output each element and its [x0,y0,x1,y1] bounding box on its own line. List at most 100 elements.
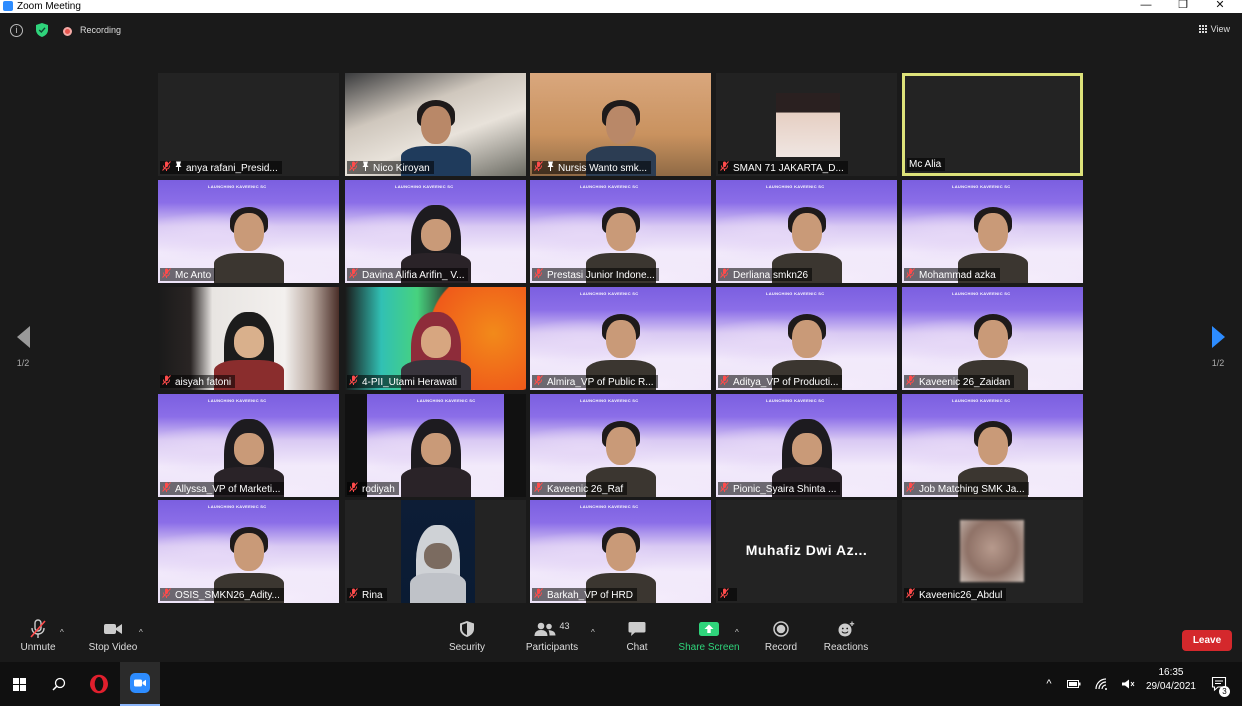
participant-nameplate: 4-PII_Utami Herawati [347,375,462,388]
participant-tile[interactable]: Muhafiz Dwi Az... [716,500,897,603]
unmute-button[interactable]: Unmute [18,618,58,653]
speaker-muted-icon[interactable] [1118,662,1138,706]
pin-icon [547,161,555,175]
participant-name: Almira_VP of Public R... [547,377,654,388]
participant-nameplate: Almira_VP of Public R... [532,375,658,388]
security-button[interactable]: Security [446,618,488,653]
encryption-shield-icon[interactable] [36,23,48,37]
previous-page-button[interactable]: 1/2 [8,326,38,368]
system-clock[interactable]: 16:35 29/04/2021 [1146,666,1196,694]
participant-name: Mc Anto [175,270,212,281]
participant-tile[interactable]: LAUNCHING KAVEENIC SC Mohammad azka [902,180,1083,283]
record-button[interactable]: Record [764,618,798,653]
participants-options-caret-icon[interactable]: ^ [591,628,595,637]
participants-count: 43 [559,621,570,631]
participant-tile[interactable]: Kaveenic26_Abdul [902,500,1083,603]
participant-name: 4-PII_Utami Herawati [362,377,458,388]
profile-photo [960,520,1024,582]
info-icon[interactable]: i [10,24,23,37]
windows-logo-icon [12,677,26,691]
battery-icon[interactable] [1064,662,1084,706]
participant-nameplate: Kaveenic 26_Raf [532,482,628,496]
banner-title: LAUNCHING KAVEENIC SC [417,398,476,403]
participant-tile[interactable]: anya rafani_Presid... [158,73,339,176]
taskbar-opera-button[interactable] [82,662,116,706]
participant-tile[interactable]: 4-PII_Utami Herawati [345,287,526,390]
mic-muted-icon [534,482,544,496]
banner-title: LAUNCHING KAVEENIC SC [580,504,639,509]
share-screen-button[interactable]: Share Screen [678,618,740,653]
meeting-topbar: i Recording View [0,13,1242,49]
next-page-button[interactable]: 1/2 [1203,326,1233,368]
participant-name: Mohammad azka [919,270,996,281]
participant-nameplate: Prestasi Junior Indone... [532,268,659,281]
action-center-button[interactable]: 3 [1206,662,1232,706]
participant-tile[interactable]: LAUNCHING KAVEENIC SC Davina Alifia Arifi… [345,180,526,283]
view-button[interactable]: View [1198,24,1230,34]
participant-tile[interactable]: LAUNCHING KAVEENIC SC Prestasi Junior Ind… [530,180,711,283]
participant-tile[interactable]: LAUNCHING KAVEENIC SC Derliana smkn26 [716,180,897,283]
stop-video-button[interactable]: Stop Video [86,618,140,653]
participant-name: Derliana smkn26 [733,270,809,281]
participant-tile[interactable]: LAUNCHING KAVEENIC SC Mc Anto [158,180,339,283]
opera-browser-icon [90,674,108,694]
reactions-button[interactable]: Reactions [823,618,869,653]
banner-title: LAUNCHING KAVEENIC SC [580,398,639,403]
participant-tile[interactable]: LAUNCHING KAVEENIC SC Kaveenic 26_Raf [530,394,711,497]
participant-tile[interactable]: LAUNCHING KAVEENIC SC Barkah_VP of HRD [530,500,711,603]
arrow-right-icon [1211,326,1225,348]
participant-tile[interactable]: LAUNCHING KAVEENIC SC Job Matching SMK Ja… [902,394,1083,497]
mic-muted-icon [720,482,730,496]
taskbar-zoom-button[interactable] [120,662,160,706]
leave-meeting-button[interactable]: Leave [1182,630,1232,651]
participant-tile[interactable]: Rina [345,500,526,603]
close-icon[interactable]: ✕ [1205,0,1235,13]
zoom-taskbar-icon [130,673,150,693]
share-options-caret-icon[interactable]: ^ [735,628,739,637]
participant-nameplate: Derliana smkn26 [718,268,813,281]
banner-title: LAUNCHING KAVEENIC SC [952,398,1011,403]
participant-nameplate: Nursis Wanto smk... [532,161,652,175]
wifi-icon[interactable] [1092,662,1112,706]
participant-tile[interactable]: LAUNCHING KAVEENIC SC Almira_VP of Public… [530,287,711,390]
mic-muted-icon [162,482,172,496]
participant-nameplate: Mohammad azka [904,268,1000,281]
minimize-icon[interactable]: — [1131,0,1161,13]
participant-tile[interactable]: LAUNCHING KAVEENIC SC rodiyah [345,394,526,497]
mic-muted-icon [162,161,172,175]
notification-count-badge: 3 [1219,686,1230,697]
clock-time: 16:35 [1158,667,1184,678]
participant-tile[interactable]: Nursis Wanto smk... [530,73,711,176]
video-options-caret-icon[interactable]: ^ [139,628,143,637]
participant-tile[interactable]: aisyah fatoni [158,287,339,390]
show-hidden-icons-chevron-icon[interactable]: ^ [1040,662,1058,706]
participant-tile[interactable]: LAUNCHING KAVEENIC SC OSIS_SMKN26_Adity..… [158,500,339,603]
banner-title: LAUNCHING KAVEENIC SC [208,398,267,403]
participant-tile[interactable]: LAUNCHING KAVEENIC SC Allyssa_VP of Marke… [158,394,339,497]
taskbar-search-button[interactable] [40,662,78,706]
share-screen-icon [699,622,719,636]
participant-name: Nursis Wanto smk... [558,163,648,174]
participant-name: rodiyah [362,484,395,495]
participants-button[interactable]: 43 Participants [524,618,580,653]
participant-tile[interactable]: LAUNCHING KAVEENIC SC Pionic_Syaira Shint… [716,394,897,497]
maximize-icon[interactable]: ❐ [1168,0,1198,13]
chat-button[interactable]: Chat [622,618,652,653]
participant-nameplate [718,588,737,601]
participant-tile[interactable]: LAUNCHING KAVEENIC SC Kaveenic 26_Zaidan [902,287,1083,390]
participant-tile[interactable]: Mc Alia [902,73,1083,176]
mic-muted-icon [162,268,172,282]
clock-date: 29/04/2021 [1145,681,1196,692]
banner-title: LAUNCHING KAVEENIC SC [580,184,639,189]
participant-tile[interactable]: SMAN 71 JAKARTA_D... [716,73,897,176]
battery-shape [1067,680,1081,688]
participant-name: Kaveenic 26_Raf [547,484,624,495]
security-shield-icon [460,621,474,637]
audio-options-caret-icon[interactable]: ^ [60,628,64,637]
participant-tile[interactable]: LAUNCHING KAVEENIC SC Aditya_VP of Produc… [716,287,897,390]
mic-muted-icon [534,161,544,175]
windows-start-button[interactable] [0,662,38,706]
participant-tile[interactable]: Nico Kiroyan [345,73,526,176]
unmute-label: Unmute [20,642,56,653]
page-indicator-right: 1/2 [1211,358,1225,368]
